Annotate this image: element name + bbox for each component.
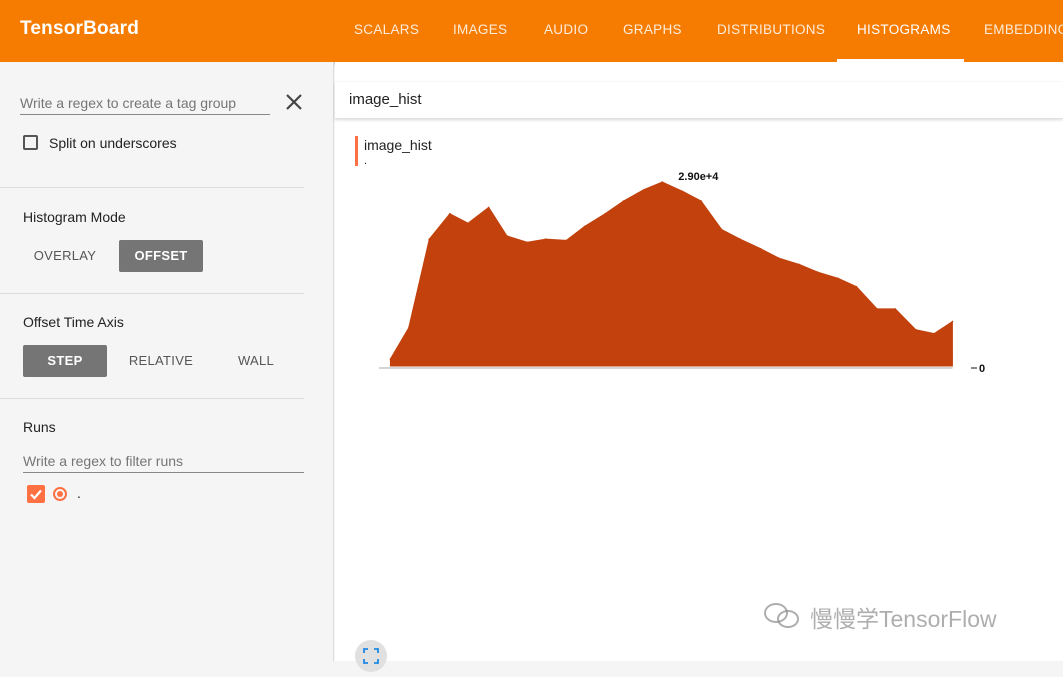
data-point bbox=[583, 225, 586, 228]
app-title: TensorBoard bbox=[20, 18, 140, 39]
tab-embeddings[interactable]: EMBEDDINGS bbox=[984, 0, 1063, 62]
data-point bbox=[759, 247, 762, 250]
sidebar: Split on underscores Histogram Mode OVER… bbox=[0, 62, 334, 661]
wechat-icon bbox=[764, 603, 799, 628]
data-point bbox=[739, 238, 741, 240]
run-name: . bbox=[77, 485, 81, 501]
tag-group-regex-input[interactable] bbox=[20, 92, 270, 115]
histogram-area bbox=[389, 181, 953, 367]
data-point bbox=[778, 257, 780, 259]
runs-title: Runs bbox=[23, 419, 56, 435]
data-point bbox=[622, 200, 625, 202]
offset-time-axis-title: Offset Time Axis bbox=[23, 314, 124, 330]
data-point bbox=[837, 277, 840, 280]
card-header-title: image_hist bbox=[349, 91, 422, 108]
data-point bbox=[487, 206, 490, 209]
data-point bbox=[933, 332, 935, 335]
data-point bbox=[876, 308, 878, 310]
data-point bbox=[604, 212, 606, 215]
run-color-radio[interactable] bbox=[53, 487, 67, 501]
data-point bbox=[544, 238, 547, 240]
data-point bbox=[565, 239, 568, 242]
fullscreen-icon bbox=[363, 648, 379, 664]
data-point bbox=[894, 308, 897, 310]
data-point bbox=[428, 238, 431, 240]
data-point bbox=[855, 285, 858, 288]
wall-button[interactable]: WALL bbox=[216, 345, 296, 377]
fullscreen-button[interactable] bbox=[355, 640, 387, 672]
step-button[interactable]: STEP bbox=[23, 345, 107, 377]
data-point bbox=[915, 329, 917, 331]
tab-distributions[interactable]: DISTRIBUTIONS bbox=[717, 0, 825, 62]
data-point bbox=[407, 327, 410, 329]
close-icon[interactable] bbox=[284, 92, 304, 112]
card-header[interactable]: image_hist bbox=[335, 82, 1063, 119]
split-underscores-label: Split on underscores bbox=[49, 135, 177, 151]
data-point bbox=[720, 228, 723, 231]
data-point bbox=[700, 200, 702, 202]
run-checkbox[interactable] bbox=[27, 485, 45, 503]
data-point bbox=[643, 188, 645, 191]
data-point bbox=[951, 320, 954, 323]
runs-filter-input[interactable] bbox=[23, 450, 304, 473]
histogram-mode-title: Histogram Mode bbox=[23, 209, 126, 225]
data-point bbox=[798, 263, 801, 266]
legend-color-swatch bbox=[355, 136, 358, 166]
data-point bbox=[661, 181, 664, 183]
data-point bbox=[467, 222, 469, 225]
tab-scalars[interactable]: SCALARS bbox=[354, 0, 419, 62]
watermark-text: 慢慢学TensorFlow bbox=[810, 606, 997, 632]
legend-title: image_hist bbox=[364, 137, 432, 153]
data-point bbox=[526, 241, 529, 244]
divider bbox=[0, 398, 304, 399]
tab-images[interactable]: IMAGES bbox=[453, 0, 507, 62]
top-app-bar: TensorBoard SCALARS IMAGES AUDIO GRAPHS … bbox=[0, 0, 1063, 62]
data-point bbox=[449, 212, 451, 215]
legend-run: . bbox=[364, 155, 367, 167]
split-underscores-checkbox[interactable] bbox=[23, 135, 38, 150]
divider bbox=[0, 293, 304, 294]
data-point bbox=[506, 235, 508, 237]
tab-graphs[interactable]: GRAPHS bbox=[623, 0, 682, 62]
tab-audio[interactable]: AUDIO bbox=[544, 0, 588, 62]
main-panel: image_hist image_hist . 2.90e+4002040608… bbox=[335, 62, 1063, 672]
divider bbox=[0, 187, 304, 188]
data-point bbox=[816, 271, 819, 273]
data-point bbox=[389, 358, 392, 360]
data-point bbox=[682, 190, 684, 193]
tab-histograms[interactable]: HISTOGRAMS bbox=[857, 0, 951, 62]
relative-button[interactable]: RELATIVE bbox=[117, 345, 205, 377]
histogram-chart: image_hist . 2.90e+400204060801001201401… bbox=[355, 136, 985, 375]
offset-button[interactable]: OFFSET bbox=[119, 240, 203, 272]
peak-label: 2.90e+4 bbox=[678, 171, 719, 183]
baseline-label: 0 bbox=[979, 363, 985, 375]
checkmark-icon bbox=[30, 489, 42, 500]
overlay-button[interactable]: OVERLAY bbox=[23, 240, 107, 272]
